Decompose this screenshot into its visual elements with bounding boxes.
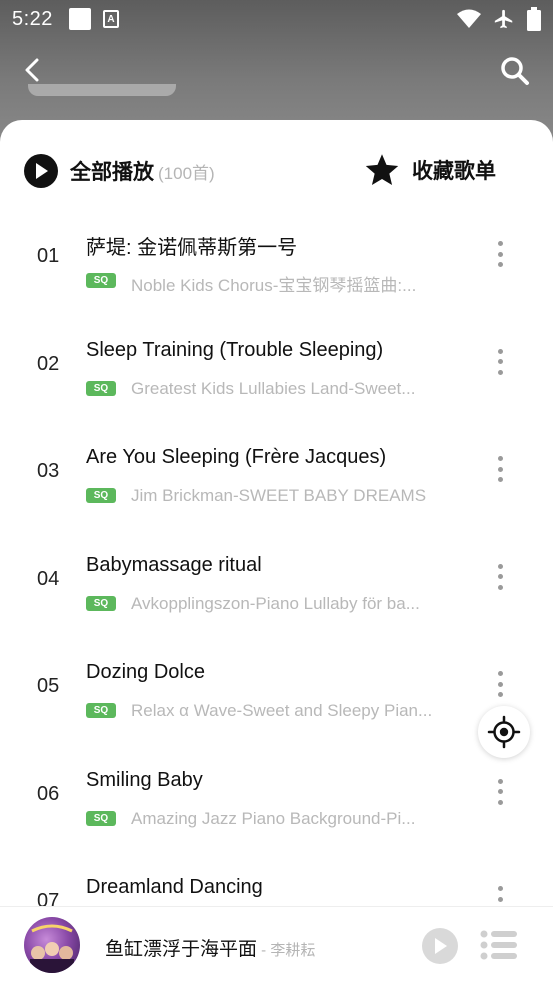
more-options-button[interactable] <box>490 669 510 699</box>
sq-badge: SQ <box>86 703 116 718</box>
status-bar: 5:22 A <box>0 0 553 38</box>
sq-badge: SQ <box>86 810 116 826</box>
now-playing-artist: - 李耕耘 <box>257 942 316 959</box>
song-title: 萨堤: 金诺佩蒂斯第一号 <box>86 237 298 259</box>
status-time: 5:22 <box>12 7 53 30</box>
now-playing-play-button[interactable] <box>422 928 458 964</box>
song-row[interactable]: 05 Dozing Dolce SQ Relax α Wave-Sweet an… <box>0 641 553 749</box>
song-index: 06 <box>37 782 60 805</box>
playlist-queue-button[interactable] <box>480 929 518 961</box>
song-index: 01 <box>37 245 60 267</box>
song-title: Dreamland Dancing <box>86 876 263 898</box>
locate-icon <box>487 715 521 749</box>
battery-icon <box>527 7 541 31</box>
song-list: 01 萨堤: 金诺佩蒂斯第一号 SQ Noble Kids Chorus-宝宝钢… <box>0 211 553 964</box>
song-title: Dozing Dolce <box>86 661 205 683</box>
song-row[interactable]: 03 Are You Sleeping (Frère Jacques) SQ J… <box>0 426 553 534</box>
more-icon <box>497 348 503 354</box>
wifi-icon <box>457 9 481 28</box>
more-icon <box>497 563 503 569</box>
notification-square-icon <box>68 8 91 30</box>
back-button[interactable] <box>18 55 48 85</box>
song-index: 04 <box>37 567 60 590</box>
song-title: Babymassage ritual <box>86 553 262 576</box>
play-icon <box>435 938 447 954</box>
search-button[interactable] <box>499 55 531 87</box>
song-row[interactable]: 04 Babymassage ritual SQ Avkopplingszon-… <box>0 534 553 642</box>
sq-badge: SQ <box>86 380 116 396</box>
search-icon <box>501 57 529 85</box>
more-options-button[interactable] <box>490 562 510 592</box>
song-index: 05 <box>37 675 60 697</box>
locate-current-song-button[interactable] <box>478 706 530 758</box>
collect-playlist-button[interactable]: 收藏歌单 <box>364 152 496 188</box>
song-subtitle: Greatest Kids Lullabies Land-Sweet... <box>131 378 416 398</box>
song-title: Are You Sleeping (Frère Jacques) <box>86 446 387 468</box>
more-options-button[interactable] <box>490 454 510 484</box>
song-subtitle: Noble Kids Chorus-宝宝钢琴摇篮曲:... <box>131 276 417 295</box>
header-pill-decoration <box>28 84 176 96</box>
song-row[interactable]: 02 Sleep Training (Trouble Sleeping) SQ … <box>0 319 553 427</box>
song-index: 02 <box>37 352 60 375</box>
playlist-sheet: 全部播放 (100首) 收藏歌单 01 萨堤: 金诺佩蒂斯第一号 SQ Nobl… <box>0 120 553 983</box>
now-playing-bar[interactable]: 鱼缸漂浮于海平面 - 李耕耘 <box>0 906 553 983</box>
song-index: 03 <box>37 460 60 482</box>
song-subtitle: Jim Brickman-SWEET BABY DREAMS <box>131 486 427 505</box>
album-art[interactable] <box>24 917 80 973</box>
more-icon <box>497 778 503 784</box>
song-title: Sleep Training (Trouble Sleeping) <box>86 338 384 361</box>
play-all-label: 全部播放 <box>70 161 154 184</box>
song-subtitle: Avkopplingszon-Piano Lullaby för ba... <box>131 593 420 613</box>
airplane-icon <box>494 9 513 29</box>
song-row[interactable]: 06 Smiling Baby SQ Amazing Jazz Piano Ba… <box>0 749 553 857</box>
sq-badge: SQ <box>86 273 116 288</box>
collect-playlist-label: 收藏歌单 <box>412 160 496 183</box>
now-playing-info: 鱼缸漂浮于海平面 - 李耕耘 <box>105 934 315 961</box>
play-icon <box>24 154 58 188</box>
sq-badge: SQ <box>86 488 116 503</box>
more-icon <box>497 456 503 461</box>
now-playing-title: 鱼缸漂浮于海平面 <box>105 939 258 960</box>
sq-badge: SQ <box>86 595 116 611</box>
song-subtitle: Amazing Jazz Piano Background-Pi... <box>131 808 416 828</box>
song-subtitle: Relax α Wave-Sweet and Sleepy Pian... <box>131 701 433 720</box>
play-all-button[interactable]: 全部播放 (100首) <box>24 154 215 188</box>
more-icon <box>497 886 503 891</box>
song-row[interactable]: 01 萨堤: 金诺佩蒂斯第一号 SQ Noble Kids Chorus-宝宝钢… <box>0 211 553 319</box>
back-icon <box>25 58 39 82</box>
more-icon <box>497 241 503 246</box>
song-title: Smiling Baby <box>86 768 203 791</box>
accessibility-a-icon: A <box>102 10 119 28</box>
star-icon <box>365 154 399 185</box>
more-options-button[interactable] <box>490 777 510 807</box>
more-options-button[interactable] <box>490 347 510 377</box>
more-icon <box>497 671 503 676</box>
list-icon <box>480 930 517 960</box>
more-options-button[interactable] <box>490 239 510 269</box>
play-all-count: (100首) <box>158 163 215 183</box>
playlist-toolbar: 全部播放 (100首) 收藏歌单 <box>0 150 553 194</box>
